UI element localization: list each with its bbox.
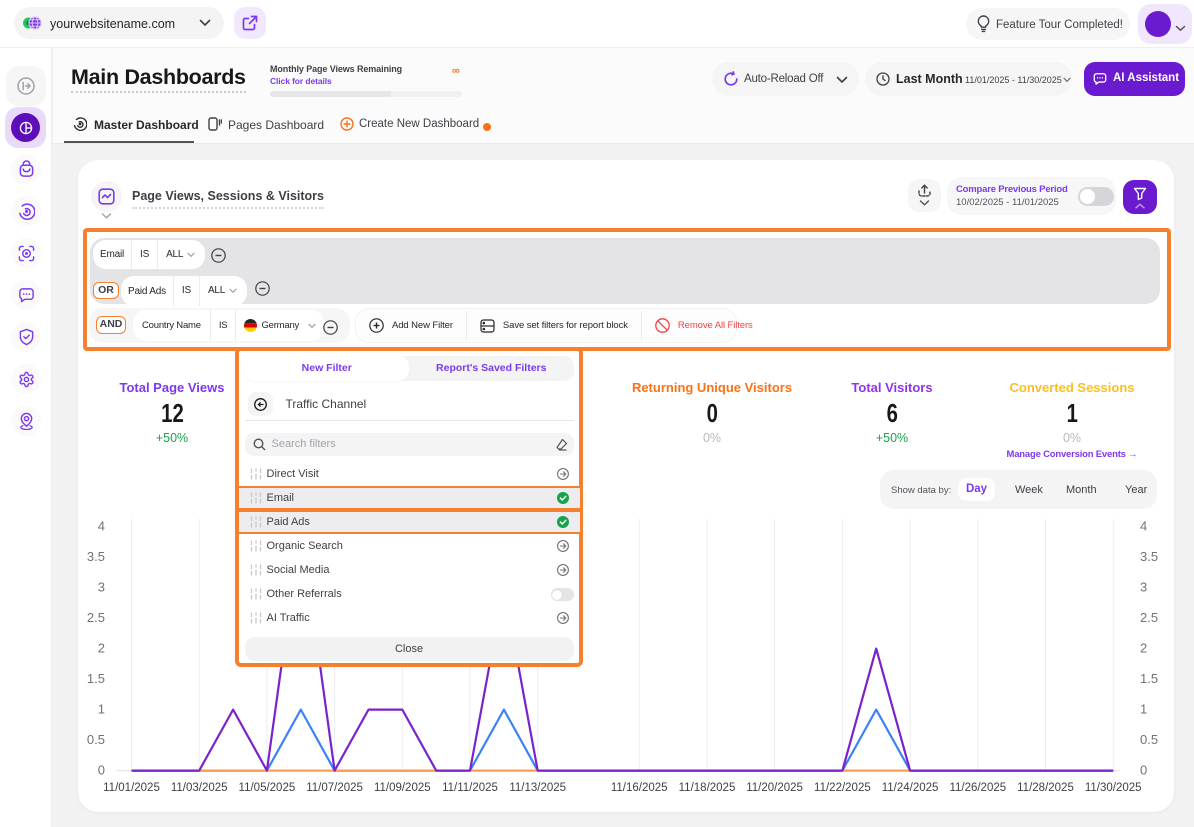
svg-text:11/18/2025: 11/18/2025 [679, 782, 736, 794]
svg-text:1: 1 [1140, 702, 1147, 717]
svg-text:11/26/2025: 11/26/2025 [949, 782, 1006, 794]
svg-text:11/03/2025: 11/03/2025 [171, 782, 228, 794]
svg-text:11/24/2025: 11/24/2025 [882, 782, 939, 794]
svg-text:3: 3 [1140, 580, 1147, 595]
svg-text:4: 4 [1140, 519, 1147, 534]
svg-text:11/07/2025: 11/07/2025 [306, 782, 363, 794]
svg-text:11/28/2025: 11/28/2025 [1017, 782, 1074, 794]
svg-text:11/13/2025: 11/13/2025 [509, 782, 566, 794]
svg-text:1: 1 [98, 702, 105, 717]
svg-text:2: 2 [98, 641, 105, 656]
svg-text:11/05/2025: 11/05/2025 [239, 782, 296, 794]
svg-text:1.5: 1.5 [87, 671, 105, 686]
svg-text:0: 0 [98, 763, 105, 778]
svg-text:11/30/2025: 11/30/2025 [1085, 782, 1142, 794]
svg-text:0: 0 [1140, 763, 1147, 778]
svg-text:1.5: 1.5 [1140, 671, 1158, 686]
svg-text:3: 3 [98, 580, 105, 595]
svg-text:2.5: 2.5 [87, 610, 105, 625]
svg-text:0.5: 0.5 [1140, 732, 1158, 747]
svg-text:11/20/2025: 11/20/2025 [746, 782, 803, 794]
svg-text:2.5: 2.5 [1140, 610, 1158, 625]
svg-text:11/01/2025: 11/01/2025 [103, 782, 160, 794]
svg-text:2: 2 [1140, 641, 1147, 656]
svg-text:11/09/2025: 11/09/2025 [374, 782, 431, 794]
svg-text:0.5: 0.5 [87, 732, 105, 747]
svg-text:11/11/2025: 11/11/2025 [442, 782, 498, 794]
svg-text:3.5: 3.5 [1140, 549, 1158, 564]
svg-text:3.5: 3.5 [87, 549, 105, 564]
svg-text:4: 4 [98, 519, 105, 534]
svg-text:11/22/2025: 11/22/2025 [814, 782, 871, 794]
svg-text:11/16/2025: 11/16/2025 [611, 782, 668, 794]
